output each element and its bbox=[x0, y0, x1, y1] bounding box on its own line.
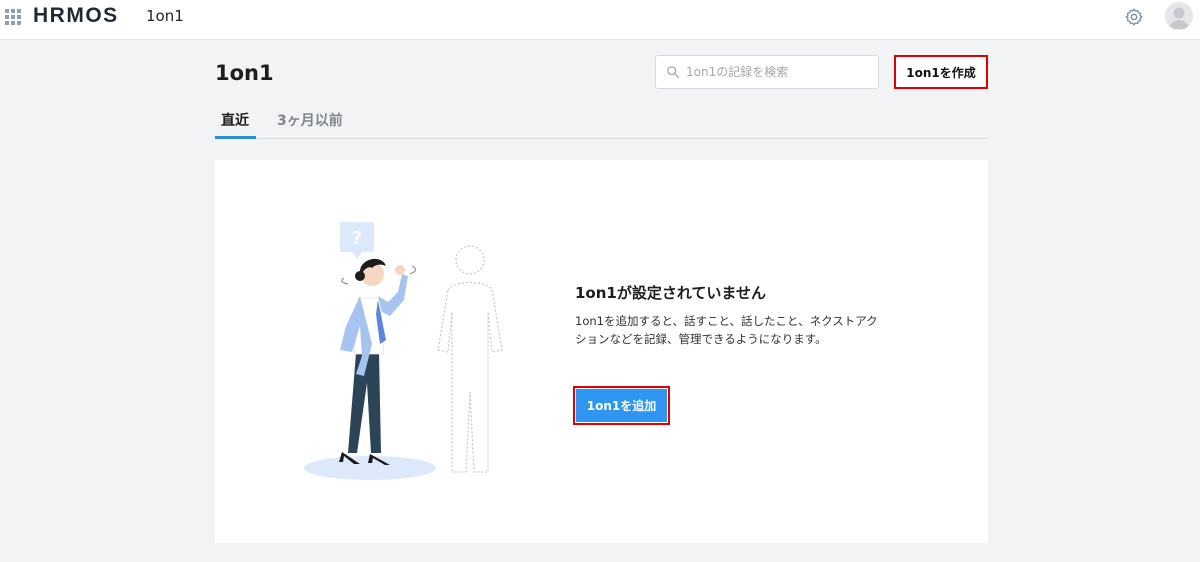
add-1on1-button-label: 1on1を追加 bbox=[576, 389, 667, 422]
empty-state-description-line: 1on1を追加すると、話すこと、話したこと、ネクストアク bbox=[575, 314, 878, 328]
top-bar: HRMOS 1on1 bbox=[0, 0, 1200, 40]
apps-grid-icon[interactable] bbox=[5, 9, 21, 25]
tab-older-than-3-months[interactable]: 3ヶ月以前 bbox=[277, 112, 343, 130]
empty-state-card: ? 1on1が設定されていません 1on1を追加すると、話すこと、話したこと、ネ… bbox=[215, 160, 988, 543]
logo[interactable]: HRMOS bbox=[33, 4, 119, 28]
tab-bar: 直近 3ヶ月以前 bbox=[215, 108, 988, 139]
empty-state-description: 1on1を追加すると、話すこと、話したこと、ネクストアク ションなどを記録、管理… bbox=[575, 312, 915, 348]
search-input[interactable] bbox=[686, 56, 874, 88]
gear-icon[interactable] bbox=[1124, 7, 1144, 27]
create-1on1-button[interactable]: 1on1を作成 bbox=[894, 55, 988, 89]
page-title: 1on1 bbox=[215, 61, 274, 85]
search-box[interactable] bbox=[655, 55, 879, 89]
app-name: 1on1 bbox=[146, 7, 184, 25]
empty-state-title: 1on1が設定されていません bbox=[575, 284, 766, 302]
empty-state-illustration: ? bbox=[304, 222, 503, 480]
empty-state-description-line: ションなどを記録、管理できるようになります。 bbox=[575, 332, 827, 346]
add-1on1-button[interactable]: 1on1を追加 bbox=[573, 386, 670, 425]
svg-text:?: ? bbox=[352, 228, 362, 249]
tab-recent[interactable]: 直近 bbox=[221, 112, 249, 130]
active-tab-indicator bbox=[215, 136, 256, 139]
user-avatar[interactable] bbox=[1165, 2, 1193, 30]
search-icon bbox=[667, 66, 679, 78]
